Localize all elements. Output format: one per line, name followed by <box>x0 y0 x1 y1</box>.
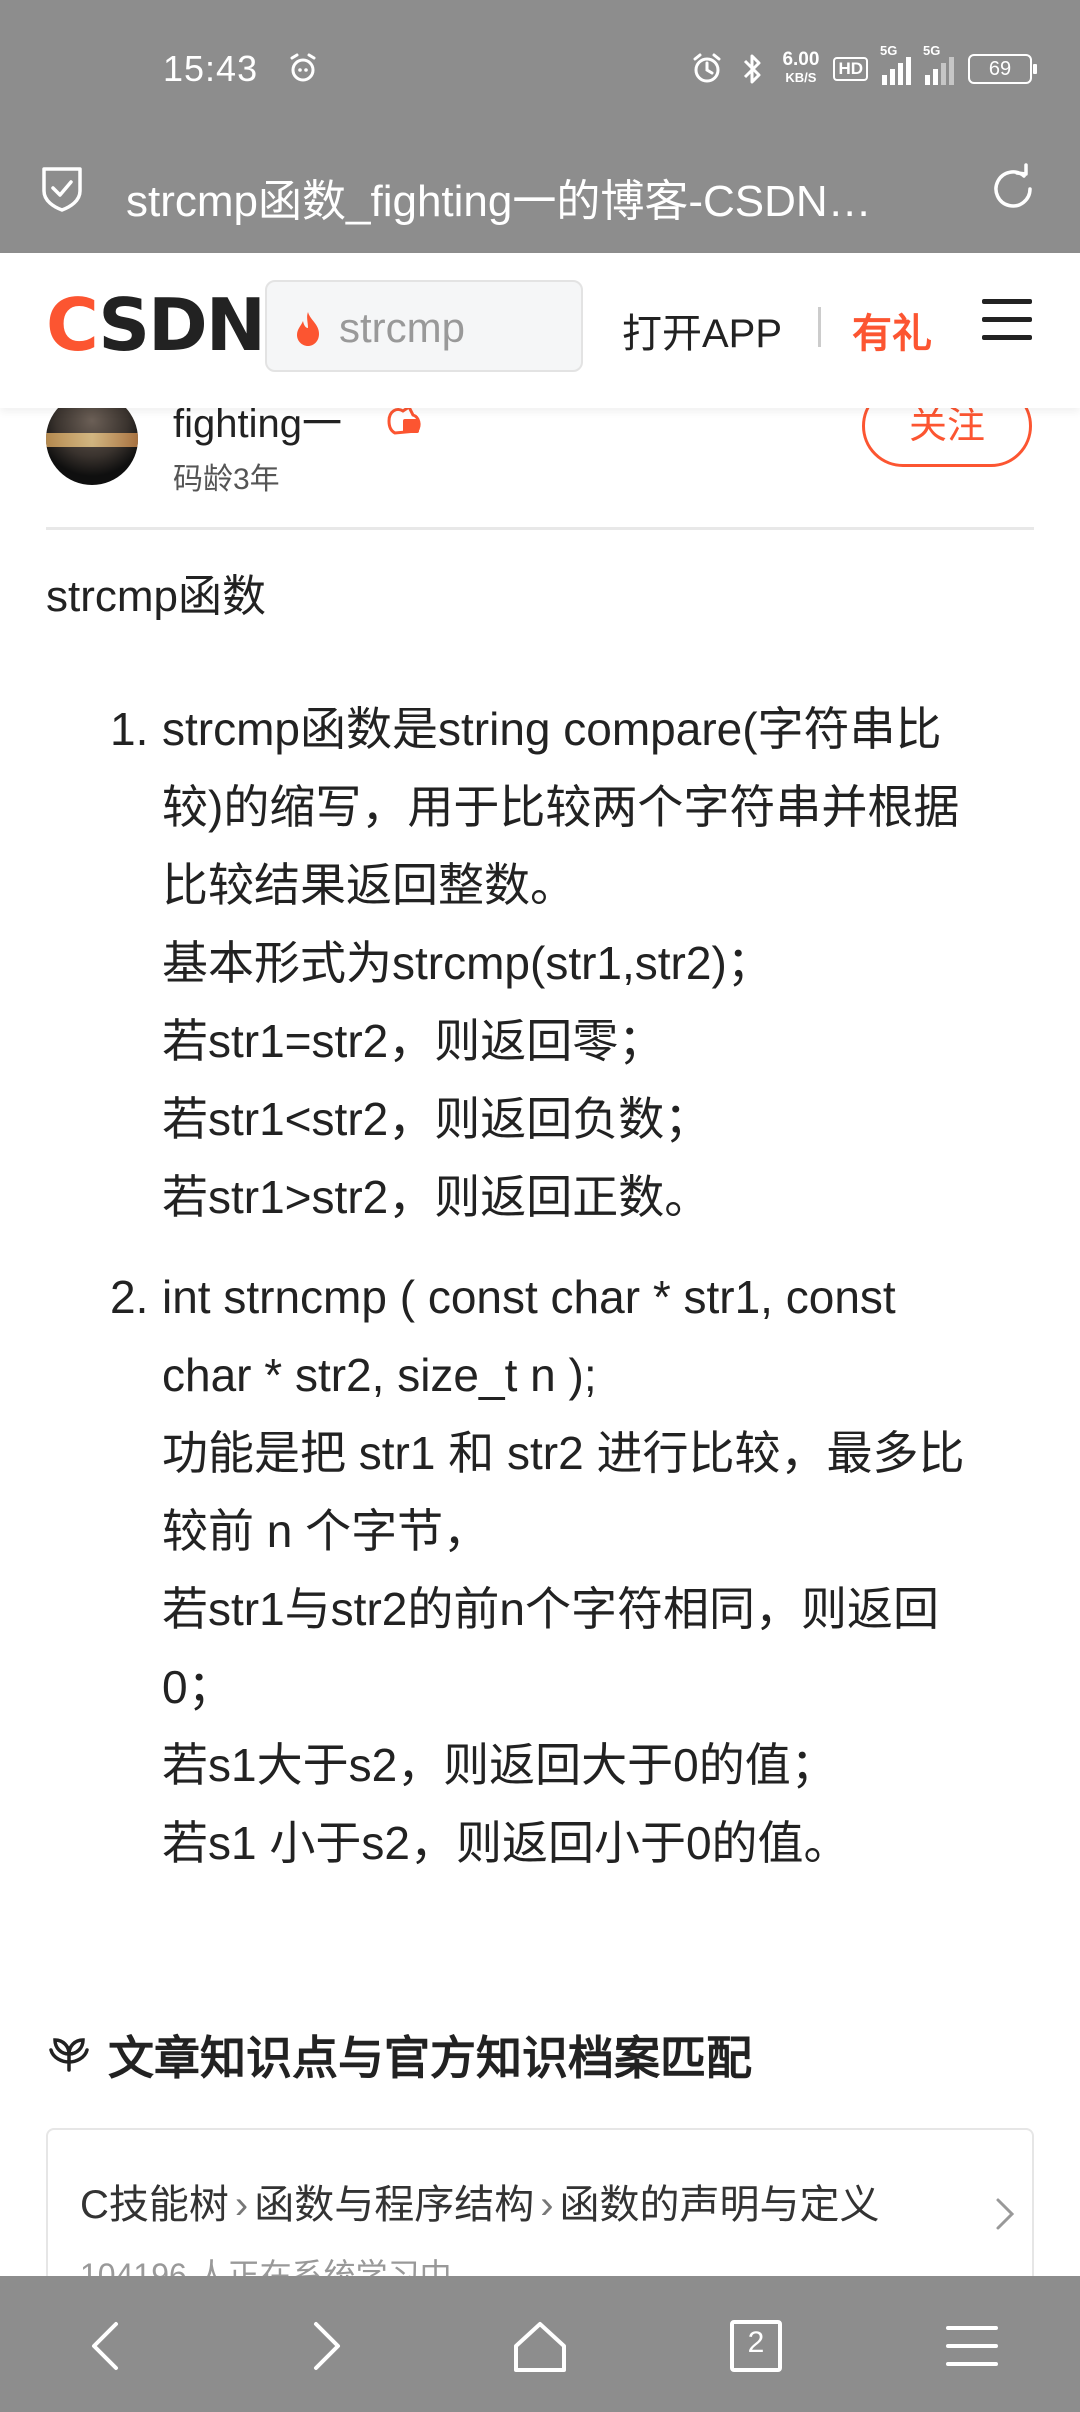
battery-icon: 69 <box>968 54 1037 84</box>
signal-5g-secondary-icon: 5G <box>923 43 954 85</box>
knowledge-breadcrumb: C技能树 › 函数与程序结构 › 函数的声明与定义 <box>80 2183 880 2227</box>
status-indicators: 6.00 KB/S HD 5G 5G 69 <box>690 43 1037 92</box>
status-bar: 15:43 6.00 KB/S HD 5G 5G 69 <box>0 0 1080 135</box>
security-shield-icon[interactable] <box>40 165 84 213</box>
gift-link[interactable]: 有礼 <box>852 301 932 359</box>
knowledge-tree-icon <box>49 2038 89 2072</box>
author-divider <box>46 527 1034 530</box>
alarm-icon <box>693 53 721 83</box>
refresh-icon[interactable] <box>986 162 1040 216</box>
flame-icon <box>297 312 319 346</box>
hd-voice-icon: HD <box>833 57 868 81</box>
csdn-logo[interactable]: CSDN <box>46 283 266 367</box>
hamburger-menu-icon[interactable] <box>982 299 1032 349</box>
browser-nav-bar: 2 <box>0 2276 1080 2412</box>
browser-menu-icon[interactable] <box>942 2316 1002 2376</box>
author-badge-icon <box>387 404 421 435</box>
signal-5g-icon: 5G <box>880 43 911 85</box>
header-divider <box>818 307 821 347</box>
browser-title-bar: strcmp函数_fighting一的博客-CSDN… <box>0 135 1080 253</box>
status-time: 15:43 <box>163 48 259 89</box>
alarm-clock-icon <box>290 53 316 82</box>
open-app-button[interactable]: 打开APP <box>622 301 782 359</box>
forward-icon[interactable] <box>294 2316 354 2376</box>
home-icon[interactable] <box>510 2316 570 2376</box>
site-header: CSDN strcmp 打开APP 有礼 <box>0 253 1080 408</box>
chevron-right-icon <box>996 2198 1015 2230</box>
back-icon[interactable] <box>78 2316 138 2376</box>
search-placeholder: strcmp <box>339 304 465 351</box>
network-speed: 6.00 KB/S <box>782 49 820 85</box>
tab-count: 2 <box>747 2326 765 2359</box>
tabs-button[interactable]: 2 <box>726 2316 786 2376</box>
article-title: strcmp函数 <box>46 572 266 621</box>
knowledge-card[interactable]: C技能树 › 函数与程序结构 › 函数的声明与定义 104196 人正在系统学习中 <box>46 2128 1034 2288</box>
knowledge-section-title: 文章知识点与官方知识档案匹配 <box>46 2022 752 2088</box>
author-meta: 码龄3年 <box>173 463 280 496</box>
search-box[interactable]: strcmp <box>265 280 583 372</box>
article-list: 1. strcmp函数是string compare(字符串比 较)的缩写，用于… <box>46 690 1046 1882</box>
list-item: 1. strcmp函数是string compare(字符串比 较)的缩写，用于… <box>110 703 960 1223</box>
page-title[interactable]: strcmp函数_fighting一的博客-CSDN… <box>126 165 926 229</box>
list-item: 2. int strncmp ( const char * str1, cons… <box>110 1271 965 1869</box>
bluetooth-icon <box>744 54 761 84</box>
